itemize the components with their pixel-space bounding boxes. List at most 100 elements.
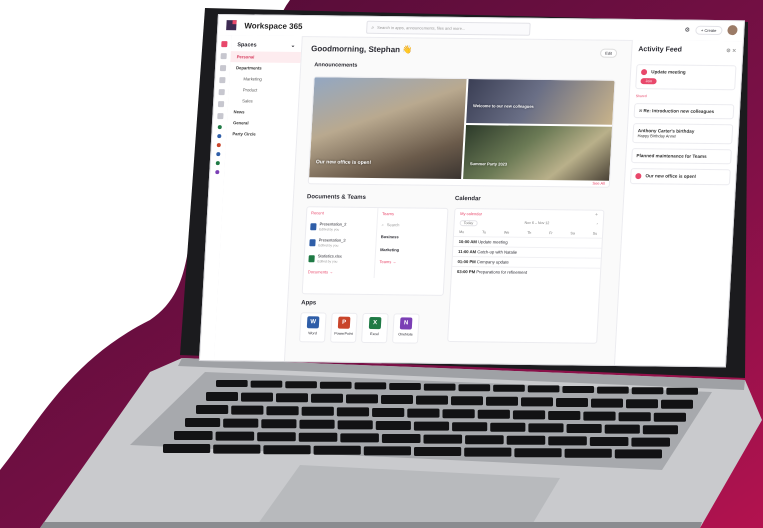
- weekday-label: Tu: [481, 230, 487, 235]
- feed-card-text: Happy Birthday Anne!: [637, 133, 677, 139]
- weekday-label: We: [503, 230, 510, 235]
- word-file-icon: [309, 238, 316, 246]
- home-icon[interactable]: [221, 41, 228, 48]
- app-tile-onenote[interactable]: N OneNote: [392, 313, 420, 344]
- avatar[interactable]: [727, 25, 738, 36]
- feed-card-maintenance[interactable]: Planned maintenance for Teams: [631, 148, 732, 165]
- calendar-event[interactable]: 03:00 PM Preparations for refinement: [451, 265, 601, 278]
- chevron-right-icon[interactable]: ›: [596, 222, 597, 228]
- teams-search-input[interactable]: ⌕ Search: [377, 219, 446, 231]
- globe-icon[interactable]: [218, 89, 225, 96]
- team-item-business[interactable]: Business: [377, 230, 446, 244]
- announcement-image-party[interactable]: [463, 125, 613, 181]
- document-row[interactable]: Statistics.xlsx Edited by you: [304, 250, 375, 267]
- document-meta: Edited by you: [319, 227, 340, 232]
- feed-settings-icon[interactable]: ⚙ ✕: [726, 48, 736, 54]
- event-title: Preparations for refinement: [476, 269, 528, 275]
- team-item-marketing[interactable]: Marketing: [376, 243, 445, 257]
- documents-teams-card: Recent Presentation_2 Edited by you Pres…: [301, 206, 449, 296]
- app-screen: Workspace 365 ⌕ Search in apps, announce…: [198, 14, 746, 368]
- join-button[interactable]: Join: [640, 78, 658, 85]
- grid-icon[interactable]: [219, 65, 227, 72]
- document-name: Presentation_3: [318, 237, 346, 243]
- announcements-carousel[interactable]: Our new office is open! Welcome to our n…: [307, 76, 616, 188]
- documents-link[interactable]: Documents →: [304, 266, 375, 278]
- apps-title: Apps: [300, 300, 317, 307]
- app-tile-word[interactable]: W Word: [299, 312, 327, 343]
- announcement-image-colleagues[interactable]: [466, 79, 615, 125]
- document-meta: Edited by you: [317, 259, 338, 264]
- search-input[interactable]: ⌕ Search in apps, announcements, files a…: [366, 20, 531, 36]
- feed-card-announcement[interactable]: Our new office is open!: [629, 168, 731, 186]
- settings-icon[interactable]: ⚙: [684, 26, 690, 33]
- excel-file-icon: [308, 254, 315, 262]
- app-dot-icon[interactable]: [215, 170, 220, 175]
- app-label: Word: [308, 331, 317, 336]
- event-title: Update meeting: [477, 239, 508, 245]
- calendar-card: My calendar ＋ Today Nov 6 – Nov 12 › Mo T…: [447, 207, 605, 344]
- app-label: PowerPoint: [334, 331, 353, 336]
- feed-card-mail[interactable]: ✉ Re: Introduction new colleagues: [633, 103, 735, 120]
- weekday-label: Fr: [549, 231, 553, 236]
- workspace-logo-icon: [226, 20, 237, 31]
- feed-card-title: Our new office is open!: [645, 173, 697, 179]
- event-time: 01:00 PM: [457, 259, 476, 265]
- sidebar-item-party-circle[interactable]: Party Circle: [226, 128, 297, 140]
- sharepoint-dot-icon[interactable]: [215, 161, 220, 166]
- event-time: 10:00 AM: [458, 239, 478, 245]
- office-dot-icon[interactable]: [216, 143, 221, 148]
- sidebar-item-departments[interactable]: Departments: [230, 62, 301, 74]
- app-title: Workspace 365: [244, 20, 303, 31]
- document-name: Statistics.xlsx: [317, 253, 342, 259]
- chevron-down-icon[interactable]: ⌄: [291, 43, 296, 49]
- tab-teams[interactable]: Teams: [378, 208, 447, 220]
- calendar-add-icon[interactable]: ＋: [594, 213, 599, 218]
- sidebar-item-marketing[interactable]: Marketing: [229, 73, 300, 85]
- feed-card-title: Planned maintenance for Teams: [636, 153, 707, 159]
- app-tile-powerpoint[interactable]: P PowerPoint: [330, 312, 358, 343]
- app-tile-excel[interactable]: X Excel: [361, 312, 389, 344]
- announcement-icon: [635, 173, 642, 180]
- event-title: Company update: [476, 259, 509, 265]
- weekday-label: Su: [592, 231, 598, 236]
- teams-link[interactable]: Teams →: [375, 256, 444, 268]
- sidebar-item-sales[interactable]: Sales: [228, 95, 299, 107]
- list-icon[interactable]: [217, 113, 224, 120]
- calendar-range: Nov 6 – Nov 12: [524, 220, 550, 226]
- sidebar-item-product[interactable]: Product: [229, 84, 300, 96]
- sidebar-item-news[interactable]: News: [227, 106, 298, 118]
- document-row[interactable]: Presentation_2 Edited by you: [306, 218, 377, 235]
- announcement-2-title: Welcome to our new colleagues: [472, 103, 534, 109]
- event-time: 11:00 AM: [457, 249, 477, 255]
- meeting-icon: [640, 69, 648, 76]
- folder-icon[interactable]: [220, 53, 227, 60]
- calendar-icon[interactable]: [217, 101, 225, 108]
- announcement-1-title: Our new office is open!: [315, 159, 372, 166]
- document-row[interactable]: Presentation_3 Edited by you: [305, 234, 376, 251]
- today-button[interactable]: Today: [459, 220, 478, 227]
- sidebar-item-personal[interactable]: Personal: [230, 51, 301, 64]
- apps-grid: W Word P PowerPoint X Excel N OneNote: [297, 312, 442, 367]
- edit-button[interactable]: Edit: [599, 48, 618, 58]
- sidebar-item-general[interactable]: General: [227, 117, 298, 129]
- create-button[interactable]: + Create: [694, 25, 723, 35]
- teams-dot-icon[interactable]: [217, 125, 222, 130]
- weekday-label: Mo: [459, 230, 465, 235]
- sidebar-heading: Spaces: [237, 42, 257, 49]
- app-label: Excel: [369, 332, 380, 337]
- onedrive-dot-icon[interactable]: [216, 152, 221, 157]
- weekday-label: Th: [527, 230, 532, 235]
- search-placeholder: Search in apps, announcements, files and…: [377, 24, 466, 31]
- document-name: Presentation_2: [319, 221, 347, 227]
- document-meta: Edited by you: [318, 243, 339, 248]
- event-title: Catch-up with Natalie: [477, 249, 518, 255]
- calendar-select[interactable]: My calendar: [460, 211, 482, 216]
- onenote-icon: N: [399, 317, 413, 330]
- feed-card-birthday[interactable]: Anthony Carter's birthday Happy Birthday…: [632, 123, 734, 145]
- outlook-dot-icon[interactable]: [217, 134, 222, 139]
- see-all-link[interactable]: See All: [592, 181, 605, 186]
- send-icon[interactable]: [219, 77, 226, 84]
- weekday-label: Sa: [570, 231, 575, 236]
- tab-recent[interactable]: Recent: [307, 207, 378, 219]
- feed-card-meeting[interactable]: Update meeting Join: [635, 64, 737, 91]
